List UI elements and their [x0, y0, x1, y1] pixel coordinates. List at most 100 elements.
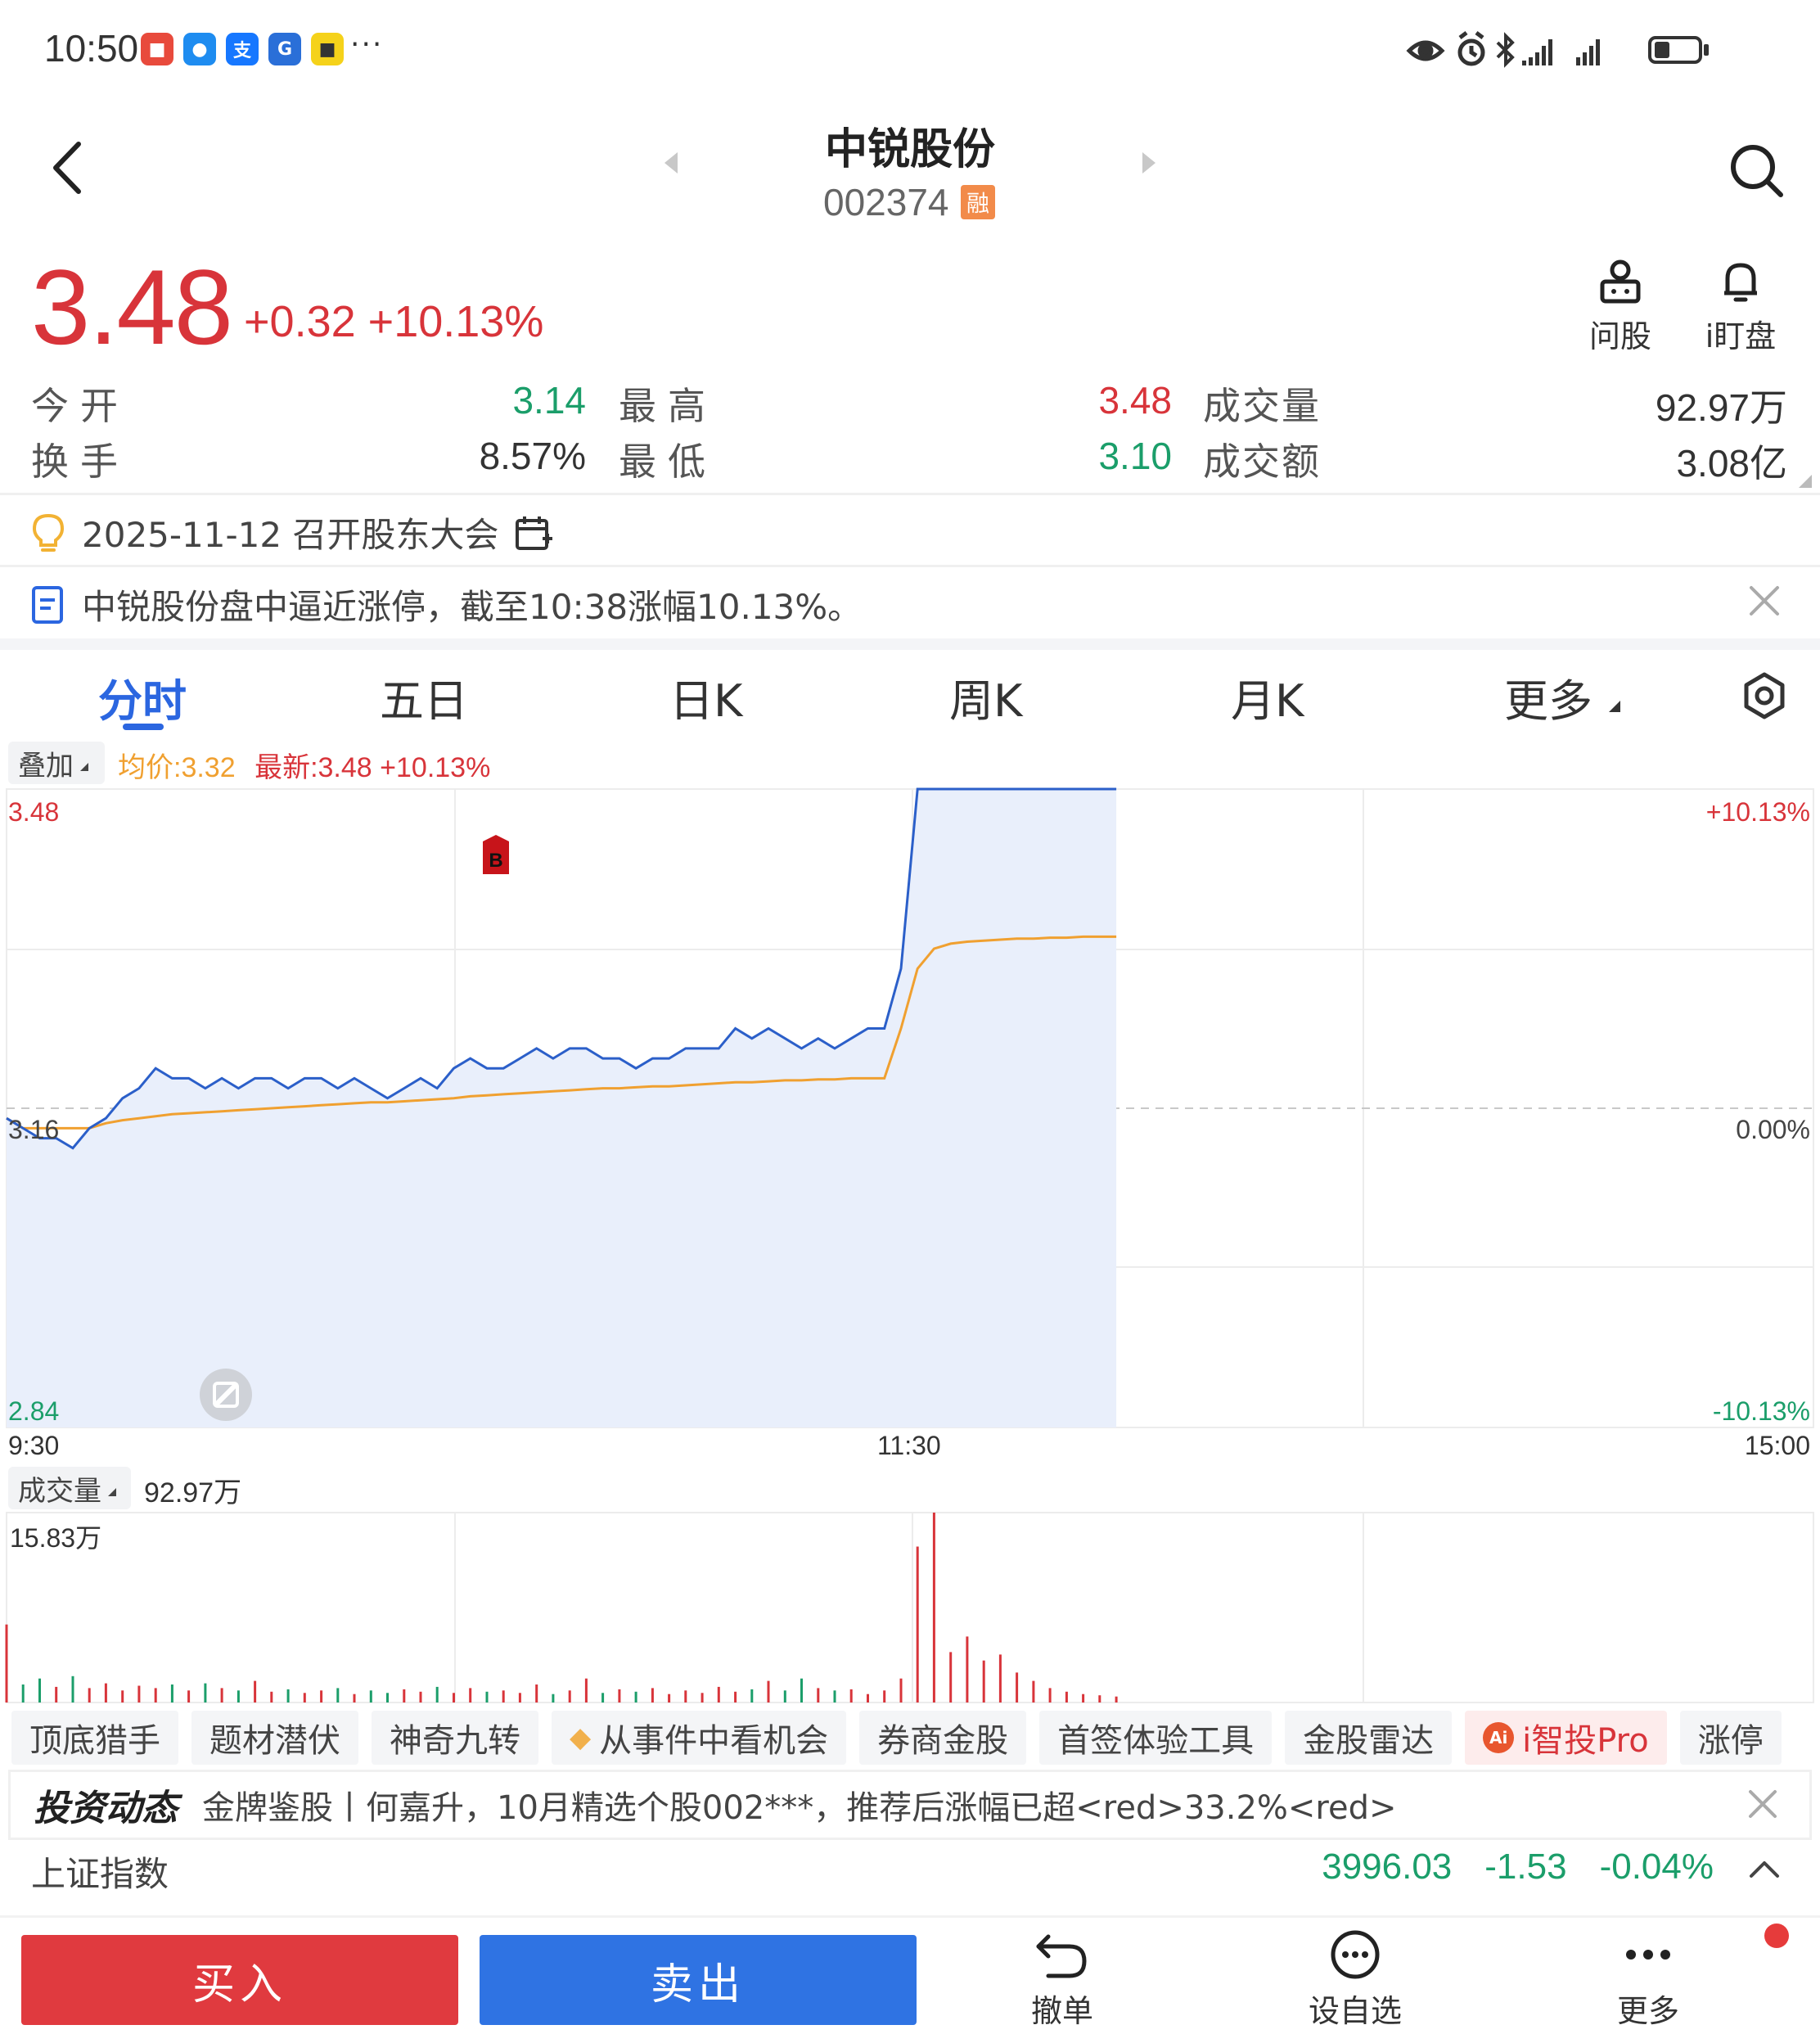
intraday-price-chart[interactable]: B: [0, 786, 1820, 1432]
volume-bar: [369, 1690, 372, 1702]
calendar-add-icon[interactable]: [515, 514, 553, 552]
index-name[interactable]: 上证指数: [31, 1847, 169, 1896]
volume-bar: [21, 1684, 25, 1702]
more-dots-icon: [1626, 1950, 1670, 1960]
status-indicators: [1406, 31, 1600, 68]
undo-icon: [1036, 1934, 1087, 1978]
volume-bar: [270, 1691, 273, 1702]
alarm-icon: [1457, 31, 1485, 66]
chip-bottom-top-hunter[interactable]: 顶底猎手: [11, 1711, 178, 1765]
buy-marker[interactable]: B: [483, 835, 509, 874]
index-value: 3996.03: [1322, 1847, 1453, 1887]
status-time: 10:50: [44, 27, 139, 70]
volume-bar: [998, 1654, 1002, 1702]
chip-theme-ambush[interactable]: 题材潜伏: [191, 1711, 358, 1765]
more-dropdown-icon[interactable]: [1609, 701, 1620, 712]
ask-stock-label: 问股: [1588, 318, 1651, 354]
y-axis-right-bottom-label: -10.13%: [1712, 1396, 1810, 1426]
volume-bar: [5, 1624, 8, 1702]
stock-code: 002374: [823, 181, 949, 223]
tab-monthly-k[interactable]: 月K: [1231, 665, 1304, 729]
notification-dot: [1764, 1923, 1789, 1948]
sell-button[interactable]: 卖出: [480, 1935, 917, 2025]
volume-bar: [286, 1689, 290, 1702]
x-axis-mid-label: 11:30: [877, 1431, 941, 1460]
chip-ai-pro[interactable]: Ai i智投Pro: [1465, 1711, 1667, 1765]
volume-max-label: 15.83万: [10, 1523, 102, 1553]
next-stock-arrow-icon[interactable]: [1142, 152, 1156, 174]
volume-label: 成交量: [1203, 384, 1321, 428]
current-price: 3.48: [31, 247, 233, 367]
y-axis-top-label: 3.48: [8, 797, 60, 827]
volume-bar: [783, 1690, 786, 1702]
volume-bar: [320, 1690, 323, 1702]
invest-news-banner[interactable]: 投资动态 金牌鉴股丨何嘉升，10月精选个股002***，推荐后涨幅已超<red>…: [8, 1770, 1812, 1840]
close-icon[interactable]: [1746, 583, 1782, 619]
overlay-button[interactable]: 叠加: [8, 742, 105, 784]
document-icon: [32, 585, 63, 624]
volume-bar: [485, 1691, 489, 1702]
chip-ai-pro-label: i智投Pro: [1522, 1722, 1649, 1760]
section-separator: [0, 638, 1820, 650]
chart-tabs: 分时 五日 日K 周K 月K 更多: [0, 665, 1820, 738]
app-notification-icon: ■: [311, 33, 344, 65]
search-icon[interactable]: [1727, 141, 1786, 200]
cancel-order-button[interactable]: 撤单: [997, 1928, 1128, 2031]
close-icon[interactable]: [1746, 1788, 1779, 1820]
tab-intraday[interactable]: 分时: [98, 665, 187, 729]
change-percent: +10.13%: [367, 297, 544, 346]
index-values: 3996.03 -1.53 -0.04%: [1322, 1847, 1714, 1887]
high-label: 最高: [619, 384, 717, 428]
chip-event-opportunity[interactable]: ◆ 从事件中看机会: [552, 1711, 847, 1765]
low-label: 最低: [619, 440, 717, 484]
volume-bar: [734, 1691, 737, 1702]
volume-bar: [849, 1689, 853, 1702]
chevron-up-icon[interactable]: [1748, 1856, 1781, 1881]
battery-icon: [1648, 36, 1702, 64]
dropdown-icon: [108, 1488, 116, 1496]
turnover-label: 换手: [31, 440, 129, 484]
chip-broker-gold-stocks[interactable]: 券商金股: [859, 1711, 1027, 1765]
tab-weekly-k[interactable]: 周K: [949, 665, 1022, 729]
volume-bar: [634, 1691, 637, 1702]
settings-icon[interactable]: [1740, 671, 1789, 720]
app-notification-icon: G: [268, 33, 301, 65]
chip-magic-nine[interactable]: 神奇九转: [372, 1711, 538, 1765]
volume-bar: [767, 1680, 770, 1702]
more-button[interactable]: 更多: [1583, 1928, 1714, 2031]
ask-stock-button[interactable]: 问股: [1579, 259, 1661, 356]
robot-icon: [1600, 259, 1641, 304]
volume-indicator-button[interactable]: 成交量: [8, 1467, 131, 1509]
volume-bar: [1065, 1691, 1068, 1702]
tab-more[interactable]: 更多: [1504, 665, 1592, 729]
index-change-pct: -0.04%: [1599, 1847, 1714, 1887]
expand-corner-icon[interactable]: [1799, 475, 1812, 488]
add-watchlist-label: 设自选: [1308, 1993, 1402, 2029]
turnover-value: 8.57%: [479, 435, 586, 477]
signal-icon: [1576, 39, 1600, 65]
tool-chips: 顶底猎手 题材潜伏 神奇九转 ◆ 从事件中看机会 券商金股 首签体验工具 金股雷…: [11, 1711, 1782, 1765]
volume-bar: [55, 1686, 58, 1702]
bluetooth-icon: [1496, 32, 1515, 68]
chip-gold-radar[interactable]: 金股雷达: [1285, 1711, 1453, 1765]
volume-bar: [336, 1688, 340, 1702]
volume-total: 92.97万: [144, 1477, 242, 1509]
news-row[interactable]: 中锐股份盘中逼近涨停，截至10:38涨幅10.13%。: [31, 580, 862, 629]
volume-bar: [899, 1678, 903, 1702]
tab-five-day[interactable]: 五日: [380, 665, 468, 729]
watch-button[interactable]: i盯盘: [1696, 259, 1786, 356]
index-change: -1.53: [1484, 1847, 1567, 1887]
add-watchlist-button[interactable]: 设自选: [1290, 1928, 1421, 2031]
volume-bar: [154, 1688, 157, 1702]
volume-bar: [435, 1686, 439, 1702]
more-label: 更多: [1616, 1993, 1679, 2029]
zoom-handle-icon[interactable]: [200, 1369, 252, 1421]
y-axis-mid-label: 3.16: [8, 1115, 60, 1144]
volume-chart[interactable]: [0, 1511, 1820, 1704]
chip-trial-tools[interactable]: 首签体验工具: [1039, 1711, 1273, 1765]
y-axis-bottom-label: 2.84: [8, 1396, 60, 1426]
event-row[interactable]: 2025-11-12 召开股东大会: [31, 507, 553, 557]
buy-button[interactable]: 买入: [21, 1935, 458, 2025]
chip-limit-up[interactable]: 涨停: [1679, 1711, 1782, 1765]
tab-daily-k[interactable]: 日K: [669, 665, 742, 729]
